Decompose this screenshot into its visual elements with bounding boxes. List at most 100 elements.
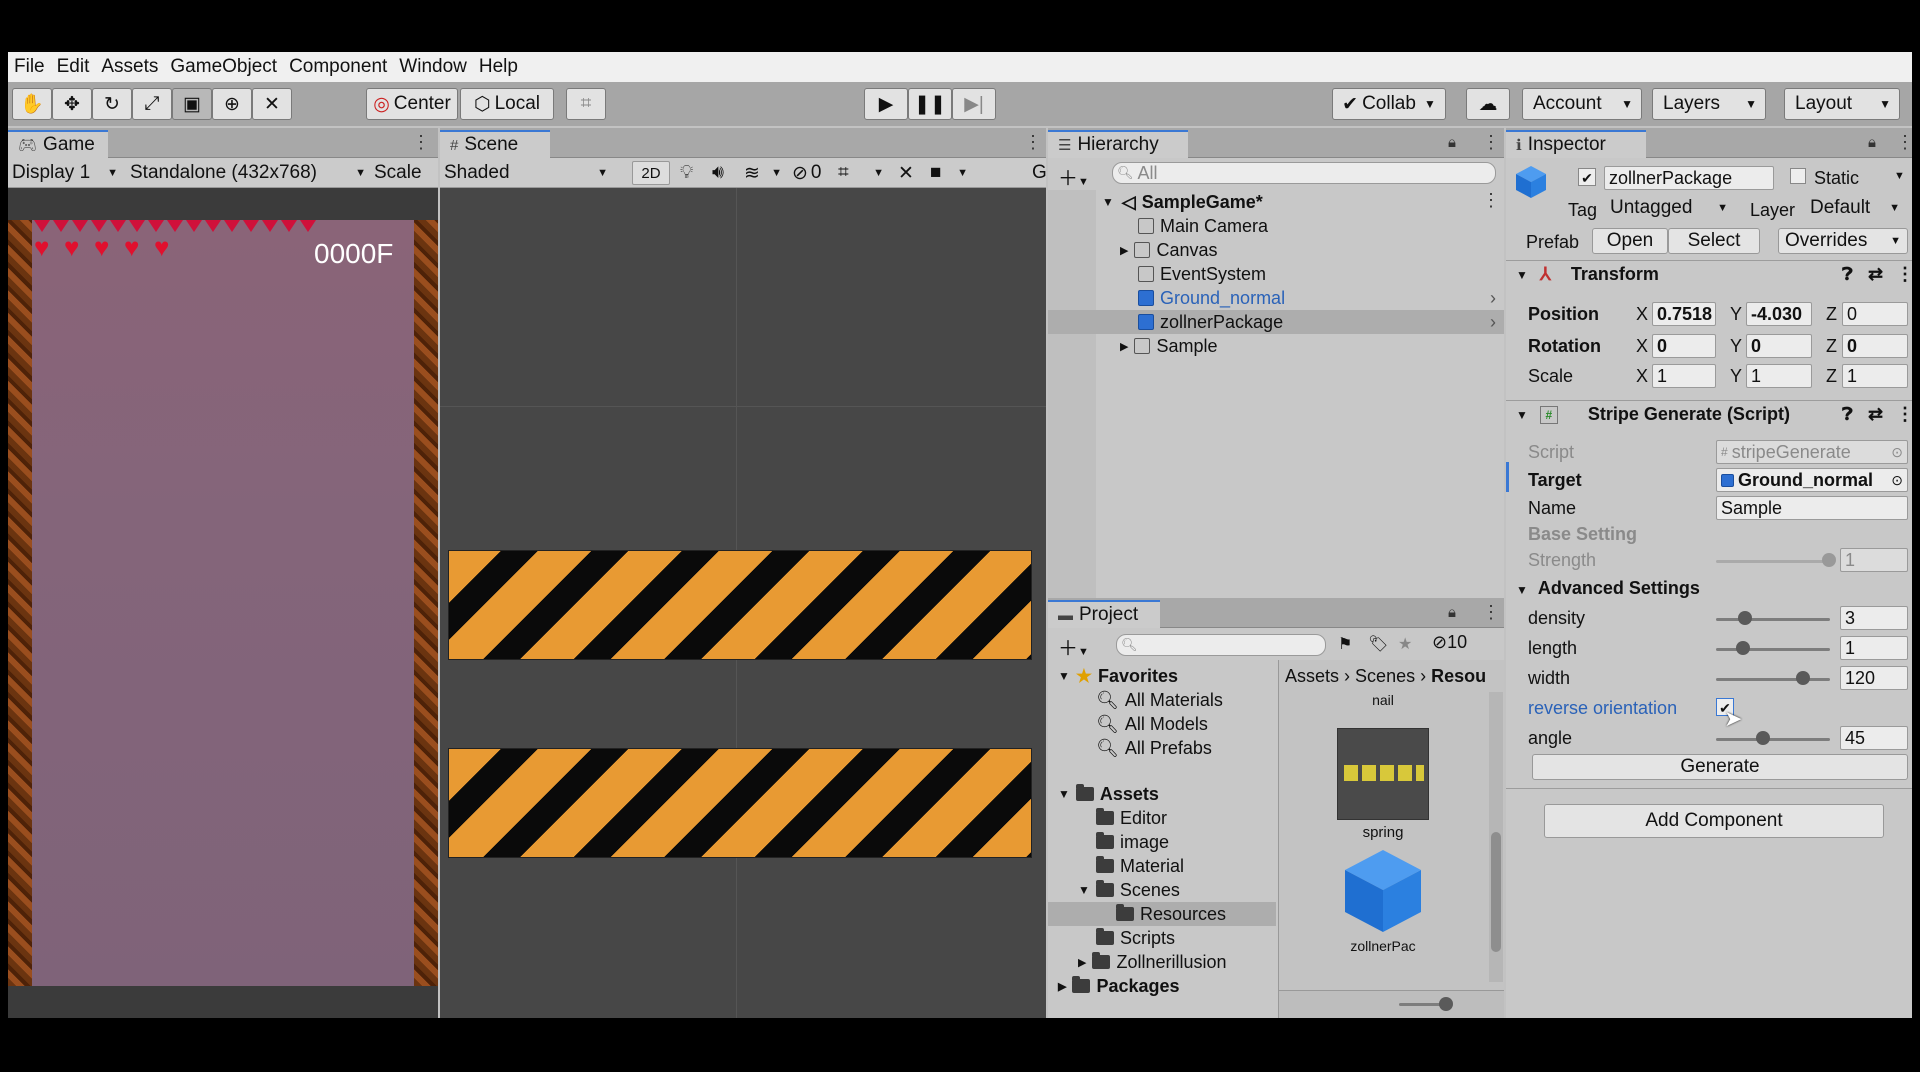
resolution-dropdown[interactable]: Standalone (432x768) ▼ bbox=[130, 161, 372, 185]
breadcrumb-item[interactable]: Resou bbox=[1431, 666, 1486, 686]
tab-game[interactable]: 🎮︎ Game bbox=[8, 130, 108, 158]
favorite-filter-button[interactable]: ★ bbox=[1398, 634, 1412, 654]
camera-dropdown[interactable]: ■ ▼ bbox=[930, 161, 974, 185]
scene-kebab-icon[interactable]: ⋮ bbox=[1482, 190, 1500, 211]
position-z-field[interactable]: 0 bbox=[1842, 302, 1908, 326]
scene-view[interactable] bbox=[440, 188, 1046, 1018]
tab-inspector[interactable]: ℹ Inspector bbox=[1506, 130, 1646, 158]
snap-button[interactable]: ⌗ bbox=[566, 88, 606, 120]
play-button[interactable]: ▶ bbox=[864, 88, 908, 120]
zoom-slider-knob[interactable] bbox=[1439, 997, 1453, 1011]
hidden-packages-toggle[interactable]: ⊘10 bbox=[1432, 632, 1467, 653]
hand-tool-button[interactable]: ✋ bbox=[12, 88, 52, 120]
hierarchy-search-input[interactable]: 🔍︎ All bbox=[1112, 162, 1496, 184]
length-slider-knob[interactable] bbox=[1736, 641, 1750, 655]
folder-zollnerillusion[interactable]: ▶ Zollnerillusion bbox=[1078, 950, 1227, 974]
asset-zollnerpackage-thumbnail[interactable] bbox=[1341, 846, 1425, 936]
object-name-field[interactable]: zollnerPackage bbox=[1604, 166, 1774, 190]
asset-spring-thumbnail[interactable] bbox=[1337, 728, 1429, 820]
prefab-overrides-dropdown[interactable]: Overrides ▼ bbox=[1778, 228, 1908, 254]
hierarchy-item-canvas[interactable]: ▶ Canvas bbox=[1120, 238, 1218, 262]
position-y-field[interactable]: -4.030 bbox=[1746, 302, 1812, 326]
shading-dropdown[interactable]: Shaded ▼ bbox=[444, 161, 614, 185]
pivot-local-button[interactable]: ⬡ Local bbox=[460, 88, 554, 120]
audio-toggle[interactable]: 🔊︎ bbox=[712, 161, 738, 185]
prefab-open-button[interactable]: Open bbox=[1592, 228, 1668, 254]
menu-edit[interactable]: Edit bbox=[51, 56, 96, 78]
asset-grid-scrollbar[interactable] bbox=[1489, 692, 1503, 982]
static-label[interactable]: Static bbox=[1814, 168, 1859, 189]
angle-slider-knob[interactable] bbox=[1756, 731, 1770, 745]
static-checkbox[interactable] bbox=[1790, 168, 1806, 184]
menu-window[interactable]: Window bbox=[393, 56, 473, 78]
account-dropdown[interactable]: Account ▼ bbox=[1522, 88, 1642, 120]
game-view[interactable]: ♥ ♥ ♥ ♥ ♥ 0000F bbox=[8, 188, 438, 1018]
width-field[interactable]: 120 bbox=[1840, 666, 1908, 690]
kebab-menu-icon[interactable]: ⋮ bbox=[1482, 602, 1500, 623]
breadcrumb-item[interactable]: Assets bbox=[1285, 666, 1339, 686]
scale-y-field[interactable]: 1 bbox=[1746, 364, 1812, 388]
advanced-settings-header[interactable]: ▼ Advanced Settings bbox=[1516, 578, 1700, 599]
name-field[interactable]: Sample bbox=[1716, 496, 1908, 520]
favorite-all-materials[interactable]: 🔍︎ All Materials bbox=[1096, 688, 1223, 712]
hierarchy-item-zollnerpackage[interactable]: zollnerPackage › bbox=[1138, 310, 1498, 334]
generate-button[interactable]: Generate bbox=[1532, 754, 1908, 780]
width-slider-track[interactable] bbox=[1716, 678, 1830, 681]
active-checkbox[interactable]: ✔ bbox=[1578, 168, 1596, 186]
object-picker-icon[interactable]: ⊙ bbox=[1891, 472, 1903, 489]
display-dropdown[interactable]: Display 1 ▼ bbox=[12, 161, 124, 185]
folder-editor[interactable]: Editor bbox=[1096, 806, 1167, 830]
cloud-button[interactable]: ☁ bbox=[1466, 88, 1510, 120]
density-field[interactable]: 3 bbox=[1840, 606, 1908, 630]
custom-tool-button[interactable]: ✕ bbox=[252, 88, 292, 120]
menu-gameobject[interactable]: GameObject bbox=[164, 56, 283, 78]
assets-root-row[interactable]: ▼ Assets bbox=[1058, 782, 1159, 806]
lock-icon[interactable]: 🔒︎ bbox=[1448, 134, 1456, 151]
project-search-input[interactable]: 🔍︎ bbox=[1116, 634, 1326, 656]
move-tool-button[interactable]: ✥ bbox=[52, 88, 92, 120]
rotate-tool-button[interactable]: ↻ bbox=[92, 88, 132, 120]
transform-header[interactable]: ▼ ⅄ Transform ❓︎ ⇄ ⋮ bbox=[1506, 260, 1912, 288]
kebab-menu-icon[interactable]: ⋮ bbox=[1024, 132, 1042, 153]
kebab-menu-icon[interactable]: ⋮ bbox=[1896, 264, 1912, 285]
add-object-button[interactable]: ＋▼ bbox=[1058, 162, 1089, 191]
layout-dropdown[interactable]: Layout ▼ bbox=[1784, 88, 1900, 120]
transform-tool-button[interactable]: ⊕ bbox=[212, 88, 252, 120]
stripe-object-top[interactable] bbox=[448, 550, 1032, 660]
layers-dropdown[interactable]: Layers ▼ bbox=[1652, 88, 1766, 120]
script-component-header[interactable]: ▼ # Stripe Generate (Script) ❓︎ ⇄ ⋮ bbox=[1506, 400, 1912, 428]
tab-project[interactable]: ▬ Project bbox=[1048, 600, 1160, 628]
density-slider-knob[interactable] bbox=[1738, 611, 1752, 625]
rotation-y-field[interactable]: 0 bbox=[1746, 334, 1812, 358]
angle-slider-track[interactable] bbox=[1716, 738, 1830, 741]
menu-component[interactable]: Component bbox=[283, 56, 393, 78]
rotation-z-field[interactable]: 0 bbox=[1842, 334, 1908, 358]
preset-icon[interactable]: ⇄ bbox=[1868, 404, 1883, 425]
rotation-x-field[interactable]: 0 bbox=[1652, 334, 1716, 358]
breadcrumb-item[interactable]: Scenes bbox=[1355, 666, 1415, 686]
gizmos-dropdown[interactable]: G bbox=[1032, 161, 1046, 185]
width-slider-knob[interactable] bbox=[1796, 671, 1810, 685]
favorites-row[interactable]: ▼ ★ Favorites bbox=[1058, 664, 1178, 688]
packages-root-row[interactable]: ▶ Packages bbox=[1058, 974, 1180, 998]
tag-dropdown[interactable]: Untagged ▼ bbox=[1610, 196, 1734, 220]
collab-dropdown[interactable]: ✔ Collab ▼ bbox=[1332, 88, 1446, 120]
length-slider-track[interactable] bbox=[1716, 648, 1830, 651]
folder-image[interactable]: image bbox=[1096, 830, 1169, 854]
scale-control[interactable]: Scale bbox=[374, 161, 438, 185]
hidden-objects-toggle[interactable]: ⊘ 0 bbox=[792, 161, 832, 185]
folder-scenes[interactable]: ▼ Scenes bbox=[1078, 878, 1180, 902]
hierarchy-item-sample[interactable]: ▶ Sample bbox=[1120, 334, 1218, 358]
hierarchy-item-eventsystem[interactable]: EventSystem bbox=[1138, 262, 1266, 286]
favorite-all-models[interactable]: 🔍︎ All Models bbox=[1096, 712, 1208, 736]
scrollbar-thumb[interactable] bbox=[1491, 832, 1501, 952]
menu-file[interactable]: File bbox=[8, 56, 51, 78]
folder-scripts[interactable]: Scripts bbox=[1096, 926, 1175, 950]
hierarchy-item-ground-normal[interactable]: Ground_normal › bbox=[1138, 286, 1498, 310]
menu-assets[interactable]: Assets bbox=[95, 56, 164, 78]
tools-toggle[interactable]: ✕ bbox=[898, 161, 924, 185]
help-icon[interactable]: ❓︎ bbox=[1842, 264, 1853, 285]
create-asset-button[interactable]: ＋▼ bbox=[1058, 632, 1089, 661]
pivot-center-button[interactable]: ◎ Center bbox=[366, 88, 458, 120]
scene-root-row[interactable]: ▼ ◁ SampleGame* bbox=[1102, 190, 1263, 214]
